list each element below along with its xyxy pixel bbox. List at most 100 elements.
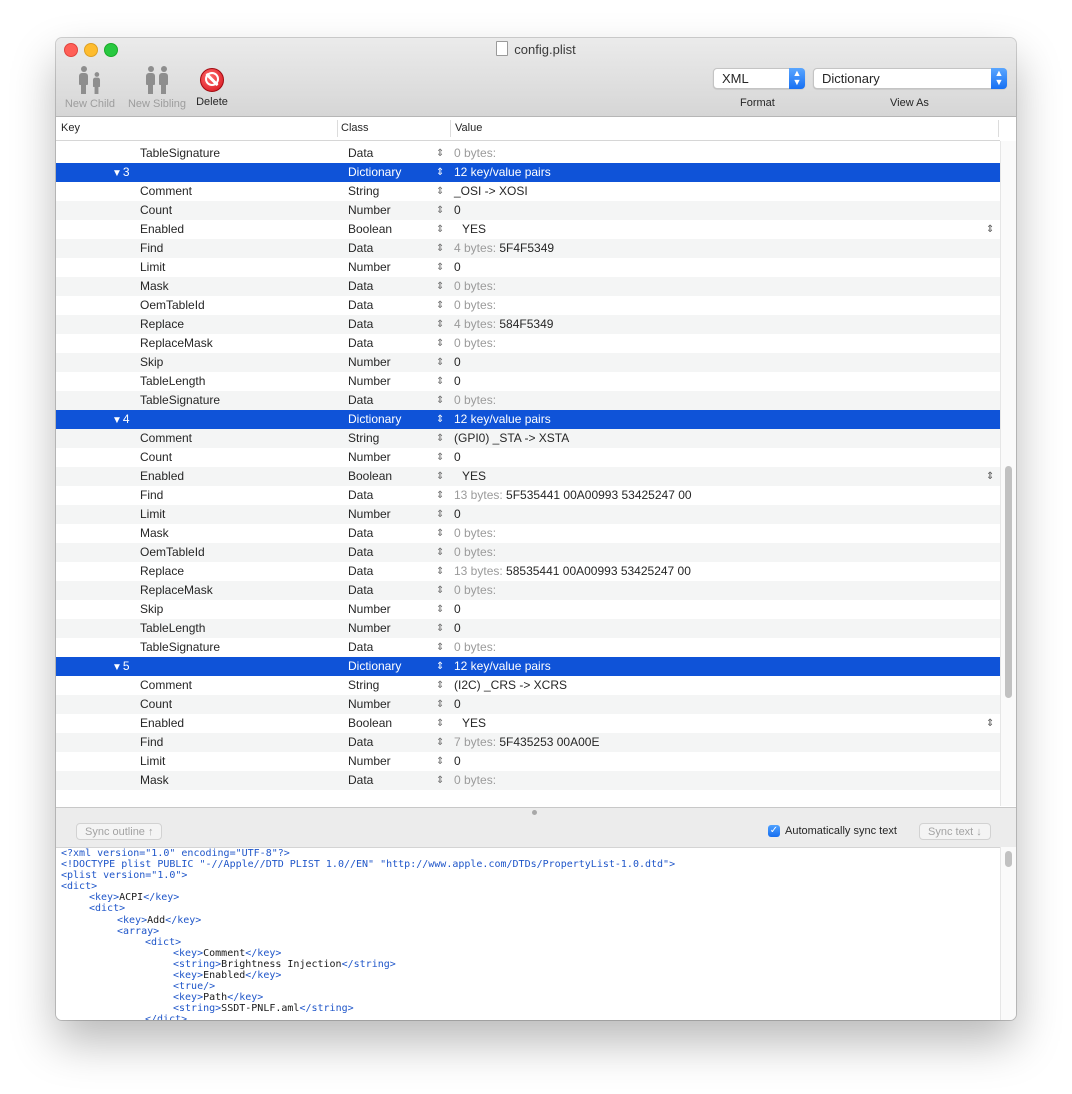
row-value[interactable]: 0 bytes: bbox=[454, 638, 496, 657]
class-stepper-icon[interactable]: ⇕ bbox=[436, 144, 444, 163]
row-value[interactable]: 0 bytes: bbox=[454, 277, 496, 296]
row-value[interactable]: _OSI -> XOSI bbox=[454, 182, 528, 201]
class-stepper-icon[interactable]: ⇕ bbox=[436, 220, 444, 239]
column-class[interactable]: Class bbox=[341, 122, 369, 134]
outline-row-dictionary[interactable]: ▼3 Dictionary ⇕ 12 key/value pairs bbox=[56, 163, 1000, 182]
row-value[interactable]: 0 bytes: bbox=[454, 524, 496, 543]
boolean-popup-icon[interactable]: ⇕ bbox=[986, 467, 994, 486]
row-value[interactable]: 0 bytes: bbox=[454, 391, 496, 410]
row-value[interactable]: 0 bbox=[454, 619, 461, 638]
row-value[interactable]: YES bbox=[462, 714, 486, 733]
outline-row[interactable]: Mask Data ⇕ 0 bytes: bbox=[56, 277, 1000, 296]
outline-row[interactable]: Enabled Boolean ⇕ YES ⇕ bbox=[56, 467, 1000, 486]
class-stepper-icon[interactable]: ⇕ bbox=[436, 410, 444, 429]
class-stepper-icon[interactable]: ⇕ bbox=[436, 638, 444, 657]
row-value[interactable]: (GPI0) _STA -> XSTA bbox=[454, 429, 569, 448]
row-value[interactable]: 0 bytes: bbox=[454, 144, 496, 163]
class-stepper-icon[interactable]: ⇕ bbox=[436, 752, 444, 771]
disclosure-triangle-icon[interactable]: ▼ bbox=[112, 658, 122, 677]
split-view-divider[interactable] bbox=[56, 807, 1016, 817]
outline-row[interactable]: TableSignature Data ⇕ 0 bytes: bbox=[56, 638, 1000, 657]
row-class[interactable]: Data bbox=[348, 543, 373, 562]
row-value[interactable]: 13 bytes: 5F535441 00A00993 53425247 00 bbox=[454, 486, 692, 505]
row-class[interactable]: Data bbox=[348, 144, 373, 163]
class-stepper-icon[interactable]: ⇕ bbox=[436, 182, 444, 201]
outline-row[interactable]: Limit Number ⇕ 0 bbox=[56, 752, 1000, 771]
boolean-popup-icon[interactable]: ⇕ bbox=[986, 714, 994, 733]
row-class[interactable]: Data bbox=[348, 771, 373, 790]
class-stepper-icon[interactable]: ⇕ bbox=[436, 296, 444, 315]
class-stepper-icon[interactable]: ⇕ bbox=[436, 695, 444, 714]
outline-row[interactable]: Comment String ⇕ _OSI -> XOSI bbox=[56, 182, 1000, 201]
outline-row[interactable]: TableLength Number ⇕ 0 bbox=[56, 372, 1000, 391]
delete-button[interactable]: Delete bbox=[192, 64, 232, 108]
class-stepper-icon[interactable]: ⇕ bbox=[436, 771, 444, 790]
outline-row[interactable]: Enabled Boolean ⇕ YES ⇕ bbox=[56, 714, 1000, 733]
outline-row[interactable]: Count Number ⇕ 0 bbox=[56, 695, 1000, 714]
sync-text-button[interactable]: Sync text ↓ bbox=[919, 823, 991, 840]
outline-row[interactable]: Replace Data ⇕ 4 bytes: 584F5349 bbox=[56, 315, 1000, 334]
row-class[interactable]: Data bbox=[348, 562, 373, 581]
row-class[interactable]: Data bbox=[348, 524, 373, 543]
outline-row[interactable]: OemTableId Data ⇕ 0 bytes: bbox=[56, 543, 1000, 562]
class-stepper-icon[interactable]: ⇕ bbox=[436, 581, 444, 600]
class-stepper-icon[interactable]: ⇕ bbox=[436, 733, 444, 752]
outline-row[interactable]: OemTableId Data ⇕ 0 bytes: bbox=[56, 296, 1000, 315]
row-value[interactable]: 0 bytes: bbox=[454, 296, 496, 315]
xml-text-editor[interactable]: <?xml version="1.0" encoding="UTF-8"?> <!… bbox=[56, 847, 1000, 1020]
class-stepper-icon[interactable]: ⇕ bbox=[436, 714, 444, 733]
class-stepper-icon[interactable]: ⇕ bbox=[436, 600, 444, 619]
new-child-button[interactable]: New Child bbox=[64, 64, 116, 110]
row-value[interactable]: 0 bbox=[454, 353, 461, 372]
row-value[interactable]: 0 bbox=[454, 258, 461, 277]
row-value[interactable]: 4 bytes: 5F4F5349 bbox=[454, 239, 554, 258]
outline-row[interactable]: Mask Data ⇕ 0 bytes: bbox=[56, 771, 1000, 790]
row-value[interactable]: 0 bbox=[454, 448, 461, 467]
auto-sync-label[interactable]: Automatically sync text bbox=[785, 825, 897, 837]
class-stepper-icon[interactable]: ⇕ bbox=[436, 467, 444, 486]
row-class[interactable]: Dictionary bbox=[348, 410, 401, 429]
outline-row[interactable]: Mask Data ⇕ 0 bytes: bbox=[56, 524, 1000, 543]
scroll-thumb[interactable] bbox=[1005, 851, 1012, 867]
row-class[interactable]: Data bbox=[348, 581, 373, 600]
row-value[interactable]: 0 bytes: bbox=[454, 543, 496, 562]
class-stepper-icon[interactable]: ⇕ bbox=[436, 619, 444, 638]
row-value[interactable]: 0 bbox=[454, 600, 461, 619]
outline-row[interactable]: TableSignature Data ⇕ 0 bytes: bbox=[56, 391, 1000, 410]
class-stepper-icon[interactable]: ⇕ bbox=[436, 524, 444, 543]
scroll-thumb[interactable] bbox=[1005, 466, 1012, 698]
drag-handle-icon[interactable] bbox=[532, 810, 537, 815]
class-stepper-icon[interactable]: ⇕ bbox=[436, 543, 444, 562]
outline-row[interactable]: Replace Data ⇕ 13 bytes: 58535441 00A00993 … bbox=[56, 562, 1000, 581]
row-class[interactable]: Number bbox=[348, 619, 391, 638]
row-class[interactable]: Data bbox=[348, 638, 373, 657]
row-value[interactable]: 4 bytes: 584F5349 bbox=[454, 315, 553, 334]
class-stepper-icon[interactable]: ⇕ bbox=[436, 391, 444, 410]
boolean-popup-icon[interactable]: ⇕ bbox=[986, 220, 994, 239]
outline-row[interactable]: Limit Number ⇕ 0 bbox=[56, 505, 1000, 524]
row-value[interactable]: 0 bytes: bbox=[454, 771, 496, 790]
class-stepper-icon[interactable]: ⇕ bbox=[436, 657, 444, 676]
row-class[interactable]: Number bbox=[348, 448, 391, 467]
outline-row[interactable]: Comment String ⇕ (GPI0) _STA -> XSTA bbox=[56, 429, 1000, 448]
row-class[interactable]: Data bbox=[348, 296, 373, 315]
row-class[interactable]: Number bbox=[348, 505, 391, 524]
class-stepper-icon[interactable]: ⇕ bbox=[436, 562, 444, 581]
outline-row[interactable]: Limit Number ⇕ 0 bbox=[56, 258, 1000, 277]
row-class[interactable]: Data bbox=[348, 315, 373, 334]
row-class[interactable]: String bbox=[348, 182, 379, 201]
row-value[interactable]: 0 bbox=[454, 752, 461, 771]
view-as-select[interactable]: Dictionary ▲ ▼ bbox=[813, 68, 1007, 89]
class-stepper-icon[interactable]: ⇕ bbox=[436, 258, 444, 277]
outline-row-dictionary[interactable]: ▼5 Dictionary ⇕ 12 key/value pairs bbox=[56, 657, 1000, 676]
row-class[interactable]: Data bbox=[348, 486, 373, 505]
column-value[interactable]: Value bbox=[455, 122, 482, 134]
sync-outline-button[interactable]: Sync outline ↑ bbox=[76, 823, 163, 840]
row-class[interactable]: Number bbox=[348, 695, 391, 714]
row-class[interactable]: Boolean bbox=[348, 467, 392, 486]
outline-row[interactable]: Enabled Boolean ⇕ YES ⇕ bbox=[56, 220, 1000, 239]
row-value[interactable]: YES bbox=[462, 467, 486, 486]
row-class[interactable]: Number bbox=[348, 752, 391, 771]
row-value[interactable]: 0 bbox=[454, 201, 461, 220]
outline-row[interactable]: Find Data ⇕ 7 bytes: 5F435253 00A00E bbox=[56, 733, 1000, 752]
